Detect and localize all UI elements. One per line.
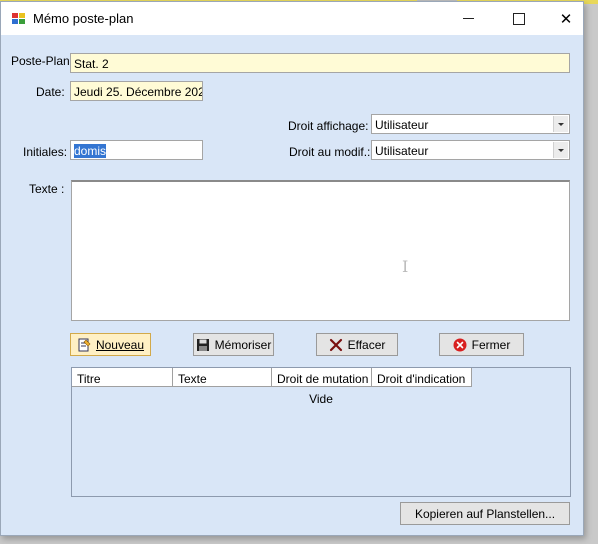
grid-empty-message: Vide <box>309 392 333 406</box>
maximize-icon <box>513 12 525 25</box>
poste-plan-label: Poste-Plan <box>11 54 70 68</box>
initials-selected-text: domis <box>74 144 107 158</box>
column-header-titre[interactable]: Titre <box>72 368 173 387</box>
delete-x-icon <box>329 338 342 351</box>
app-icon <box>12 13 25 24</box>
initials-field[interactable]: domis <box>70 140 203 160</box>
new-button-label: Nouveau <box>95 337 145 352</box>
new-document-icon <box>78 338 91 351</box>
column-header-droit-mutation[interactable]: Droit de mutation <box>272 368 372 387</box>
save-button[interactable]: Mémoriser <box>193 333 274 356</box>
close-icon: ✕ <box>559 10 573 28</box>
minimize-button[interactable] <box>445 2 491 35</box>
chevron-down-icon <box>558 122 564 126</box>
droit-modif-value: Utilisateur <box>375 144 429 158</box>
window-title: Mémo poste-plan <box>33 11 134 26</box>
droit-affichage-dropdown-button[interactable] <box>553 116 568 132</box>
chevron-down-icon <box>558 148 564 152</box>
delete-button-label: Effacer <box>347 337 386 352</box>
minimize-icon <box>462 17 474 20</box>
droit-affichage-value: Utilisateur <box>375 118 429 132</box>
delete-button[interactable]: Effacer <box>316 333 398 356</box>
title-bar[interactable]: Mémo poste-plan ✕ <box>1 2 583 35</box>
droit-modif-dropdown-button[interactable] <box>553 142 568 158</box>
save-button-label: Mémoriser <box>214 337 272 352</box>
maximize-button[interactable] <box>496 2 542 35</box>
droit-affichage-label: Droit affichage: <box>288 119 369 133</box>
copy-to-planstellen-button[interactable]: Kopieren auf Planstellen... <box>400 502 570 525</box>
memo-grid[interactable]: Titre Texte Droit de mutation Droit d'in… <box>71 367 571 497</box>
grid-header: Titre Texte Droit de mutation Droit d'in… <box>72 368 472 387</box>
close-button[interactable]: Fermer <box>439 333 524 356</box>
initials-label: Initiales: <box>23 145 68 159</box>
poste-plan-field[interactable]: Stat. 2 <box>70 53 570 73</box>
close-window-button[interactable]: ✕ <box>543 2 589 35</box>
close-circle-icon <box>453 338 467 351</box>
date-field[interactable]: Jeudi 25. Décembre 2025 <box>70 81 203 101</box>
droit-affichage-select[interactable]: Utilisateur <box>371 114 570 134</box>
texte-label: Texte : <box>29 182 65 196</box>
column-header-droit-indication[interactable]: Droit d'indication <box>372 368 472 387</box>
droit-modif-label: Droit au modif.: <box>289 145 371 159</box>
texte-textarea[interactable]: I <box>71 180 570 321</box>
column-header-texte[interactable]: Texte <box>173 368 272 387</box>
droit-modif-select[interactable]: Utilisateur <box>371 140 570 160</box>
date-label: Date: <box>36 85 65 99</box>
text-cursor-icon: I <box>402 257 409 276</box>
floppy-disk-icon <box>196 338 209 351</box>
memo-dialog: Mémo poste-plan ✕ Poste-Plan Stat. 2 Dat… <box>0 1 584 536</box>
copy-button-label: Kopieren auf Planstellen... <box>414 506 556 521</box>
close-button-label: Fermer <box>471 337 511 352</box>
new-button[interactable]: Nouveau <box>70 333 151 356</box>
